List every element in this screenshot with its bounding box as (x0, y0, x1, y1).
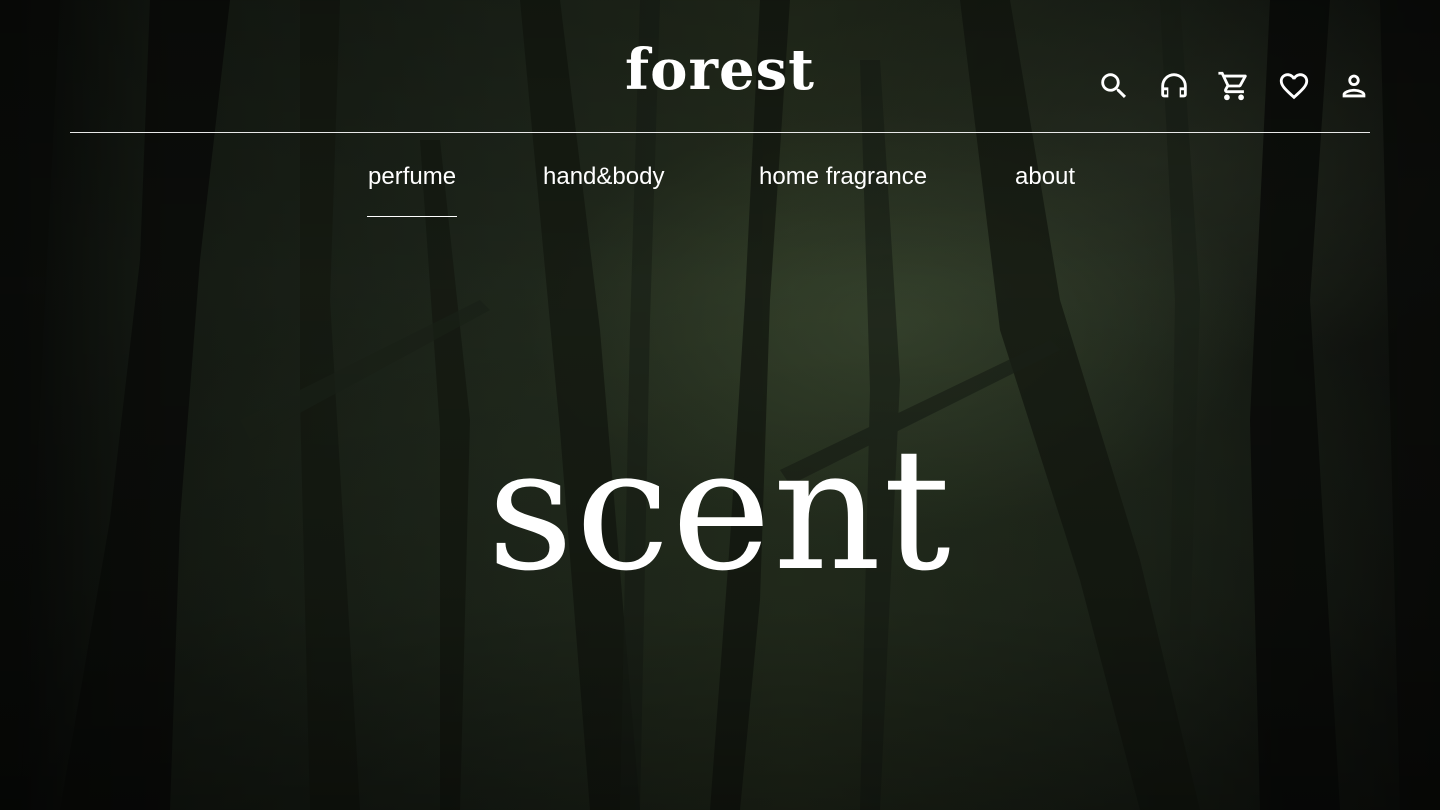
headset-icon (1161, 73, 1187, 98)
nav-item-perfume[interactable]: perfume (366, 160, 458, 217)
main-navigation: perfume hand&body home fragrance about (0, 160, 1440, 220)
header-divider (70, 132, 1370, 133)
heart-icon (1279, 73, 1309, 100)
account-button[interactable] (1336, 68, 1372, 104)
nav-item-about[interactable]: about (1015, 160, 1075, 194)
nav-item-home-fragrance[interactable]: home fragrance (759, 160, 927, 194)
cart-icon (1218, 71, 1247, 101)
search-icon (1101, 73, 1127, 99)
forest-trees-illustration (0, 0, 1440, 810)
search-button[interactable] (1096, 68, 1132, 104)
nav-item-hand-body[interactable]: hand&body (543, 160, 664, 194)
wishlist-button[interactable] (1276, 68, 1312, 104)
customer-support-button[interactable] (1156, 68, 1192, 104)
cart-button[interactable] (1216, 68, 1252, 104)
hero-title: scent (487, 412, 953, 608)
forest-background-image (0, 0, 1440, 810)
header-icon-bar (1096, 68, 1372, 104)
user-icon (1342, 74, 1366, 98)
